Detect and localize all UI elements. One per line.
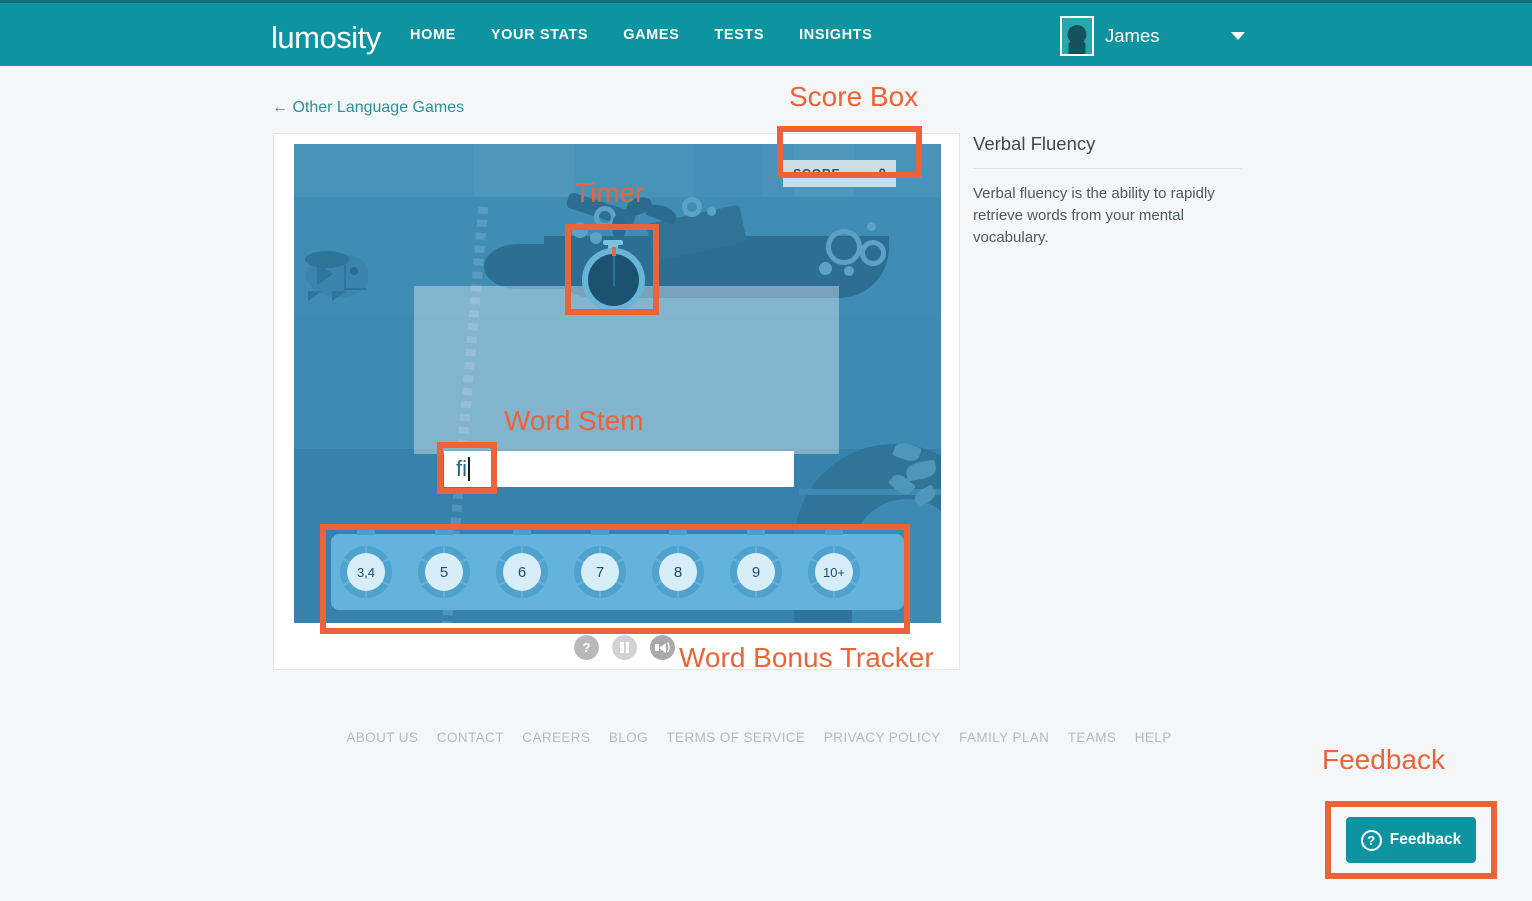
person-body-icon xyxy=(1068,39,1086,54)
footer-link-contact[interactable]: CONTACT xyxy=(437,730,504,745)
game-info-panel: Verbal Fluency Verbal fluency is the abi… xyxy=(973,133,1241,249)
annotation-box-word-stem xyxy=(437,442,497,494)
bubble-icon xyxy=(819,262,832,275)
annotation-label-word-bonus-tracker: Word Bonus Tracker xyxy=(679,642,934,673)
bubble-icon xyxy=(860,240,886,266)
water-strip-a xyxy=(474,144,574,197)
footer-link-terms-of-service[interactable]: TERMS OF SERVICE xyxy=(666,730,805,745)
footer-link-family-plan[interactable]: FAMILY PLAN xyxy=(959,730,1049,745)
annotation-box-feedback xyxy=(1325,801,1497,879)
annotation-label-score-box: Score Box xyxy=(789,81,919,112)
game-description: Verbal fluency is the ability to rapidly… xyxy=(973,185,1215,246)
footer-link-help[interactable]: HELP xyxy=(1135,730,1172,745)
sound-icon[interactable]: ) xyxy=(650,635,675,660)
nav-link-games[interactable]: GAMES xyxy=(623,27,697,43)
page-root: lumosity HOME YOUR STATS GAMES TESTS INS… xyxy=(0,0,1532,901)
help-icon[interactable]: ? xyxy=(574,635,599,660)
annotation-box-word-bonus-tracker xyxy=(320,524,910,634)
primary-nav-links: HOME YOUR STATS GAMES TESTS INSIGHTS xyxy=(410,27,890,43)
bubble-icon xyxy=(826,229,862,265)
footer-link-privacy-policy[interactable]: PRIVACY POLICY xyxy=(824,730,941,745)
back-to-other-language-games-link[interactable]: ← Other Language Games xyxy=(272,99,464,117)
chevron-down-icon[interactable] xyxy=(1231,32,1245,40)
bubble-icon xyxy=(867,222,876,231)
nav-link-tests[interactable]: TESTS xyxy=(714,27,782,43)
footer-link-blog[interactable]: BLOG xyxy=(609,730,648,745)
annotation-label-timer: Timer xyxy=(574,177,645,208)
bubble-icon xyxy=(707,207,716,216)
nav-link-insights[interactable]: INSIGHTS xyxy=(799,27,890,43)
username-label: James xyxy=(1105,25,1160,46)
lumosity-logo[interactable]: lumosity xyxy=(271,20,381,56)
nav-link-home[interactable]: HOME xyxy=(410,27,474,43)
bubble-icon xyxy=(682,197,702,217)
annotation-label-feedback: Feedback xyxy=(1322,744,1445,775)
game-controls: ? ) xyxy=(574,635,675,660)
bubble-icon xyxy=(844,266,854,276)
user-account-menu[interactable]: James xyxy=(1060,16,1255,58)
fish-icon xyxy=(300,249,378,301)
nav-link-your-stats[interactable]: YOUR STATS xyxy=(491,27,606,43)
footer-link-teams[interactable]: TEAMS xyxy=(1068,730,1117,745)
avatar xyxy=(1060,16,1094,56)
footer: ABOUT US CONTACT CAREERS BLOG TERMS OF S… xyxy=(0,729,1532,747)
footer-link-careers[interactable]: CAREERS xyxy=(522,730,590,745)
pause-icon[interactable] xyxy=(612,635,637,660)
annotation-box-timer xyxy=(565,224,659,315)
water-strip-b xyxy=(694,144,762,197)
game-title: Verbal Fluency xyxy=(973,133,1096,154)
annotation-box-score-box xyxy=(777,126,922,178)
footer-link-about-us[interactable]: ABOUT US xyxy=(346,730,418,745)
top-navigation-bar: lumosity HOME YOUR STATS GAMES TESTS INS… xyxy=(0,0,1532,66)
annotation-label-word-stem: Word Stem xyxy=(504,405,644,436)
